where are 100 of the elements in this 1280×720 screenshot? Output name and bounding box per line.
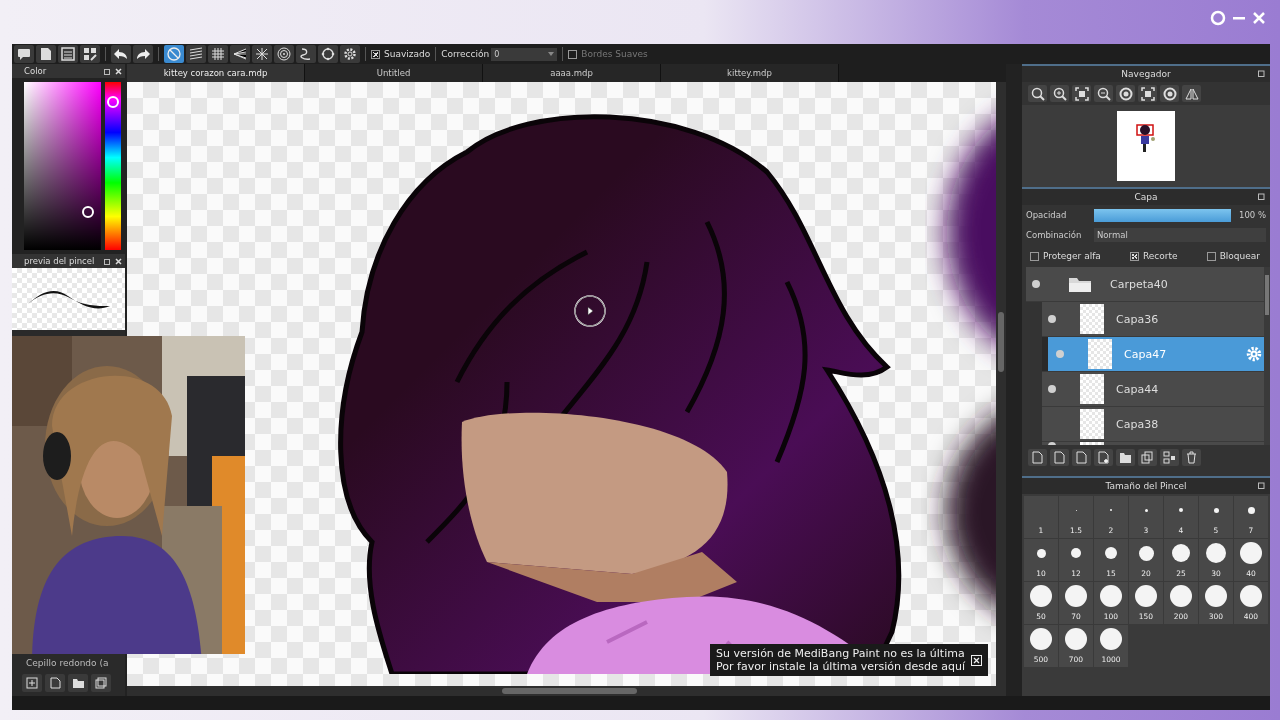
chat-button[interactable] xyxy=(14,45,34,63)
visibility-toggle[interactable] xyxy=(1048,385,1056,393)
brush-cursor-icon xyxy=(573,294,607,328)
list-button[interactable] xyxy=(58,45,78,63)
fit-button[interactable] xyxy=(1072,85,1091,102)
notification-text: Por favor instale la última versión desde aquí xyxy=(716,660,965,673)
snap-mode-button[interactable] xyxy=(208,45,228,63)
duplicate-button[interactable] xyxy=(1138,449,1157,466)
layer-row[interactable]: Capa38 xyxy=(1042,407,1264,442)
navigator-thumbnail xyxy=(1117,111,1175,181)
document-tab[interactable]: kittey.mdp xyxy=(661,64,839,82)
snap-mode-button[interactable] xyxy=(186,45,206,63)
new-layer-button[interactable] xyxy=(1050,449,1069,466)
add-brush-button[interactable] xyxy=(22,674,42,692)
curve-icon xyxy=(299,47,313,61)
correction-label: Corrección xyxy=(441,49,490,59)
layer-scrollbar[interactable] xyxy=(1264,267,1270,445)
soft-edges-checkbox[interactable]: Bordes Suaves xyxy=(568,49,648,59)
grid-edit-button[interactable] xyxy=(80,45,100,63)
smoothing-checkbox[interactable]: Suavizado xyxy=(371,49,431,59)
layer-option-checkbox[interactable]: Recorte xyxy=(1129,251,1178,261)
visibility-toggle[interactable] xyxy=(1032,280,1040,288)
delete-button[interactable] xyxy=(1182,449,1201,466)
horizontal-scrollbar[interactable] xyxy=(127,686,1006,696)
zoom-out-button[interactable] xyxy=(1094,85,1113,102)
visibility-toggle[interactable] xyxy=(1048,315,1056,323)
full-view-button[interactable] xyxy=(1138,85,1157,102)
layer-name: Capa44 xyxy=(1116,382,1160,396)
zoom-reset-button[interactable] xyxy=(1028,85,1047,102)
color-picker-field[interactable] xyxy=(24,82,101,250)
panel-title: Color xyxy=(24,66,48,76)
undock-icon[interactable] xyxy=(1258,69,1266,77)
snap-mode-button[interactable] xyxy=(296,45,316,63)
folder-icon xyxy=(71,677,85,689)
parallel-lines-icon xyxy=(189,47,203,61)
layer-name: Carpeta40 xyxy=(1110,277,1169,291)
layer-thumbnail xyxy=(1088,339,1112,369)
concentric-circles-icon xyxy=(277,47,291,61)
circle-slash-icon xyxy=(167,47,181,61)
brush-name[interactable]: Cepillo redondo (a xyxy=(12,658,125,672)
undock-icon[interactable] xyxy=(1258,192,1266,200)
layer-name: Capa38 xyxy=(1116,417,1160,431)
restore-icon[interactable] xyxy=(1210,10,1226,26)
close-icon[interactable] xyxy=(971,654,982,666)
layer-thumbnail xyxy=(1080,304,1104,334)
layer-thumbnail xyxy=(1080,374,1104,404)
new-layer-button[interactable] xyxy=(1028,449,1047,466)
opacity-label: Opacidad xyxy=(1026,210,1068,220)
correction-dropdown[interactable]: 0 xyxy=(491,47,558,61)
layer-name: Capa36 xyxy=(1116,312,1160,326)
hue-slider[interactable] xyxy=(105,82,121,250)
new-layer-button[interactable] xyxy=(1072,449,1091,466)
layer-name: Capa47 xyxy=(1124,347,1168,361)
snap-mode-button[interactable] xyxy=(318,45,338,63)
undock-icon[interactable] xyxy=(104,67,111,75)
blend-mode-dropdown[interactable]: Normal xyxy=(1094,228,1266,242)
layer-row[interactable]: Capa44 xyxy=(1042,372,1264,407)
grid-icon xyxy=(211,47,225,61)
close-icon[interactable] xyxy=(115,67,122,75)
panel-title: Capa xyxy=(1134,192,1158,202)
caret-icon xyxy=(548,52,555,56)
folder-icon xyxy=(1120,453,1131,463)
visibility-toggle[interactable] xyxy=(1056,350,1064,358)
undo-button[interactable] xyxy=(111,45,131,63)
document-tab[interactable]: aaaa.mdp xyxy=(483,64,661,82)
notification-text: Su versión de MediBang Paint no es la última xyxy=(716,647,965,660)
fan-lines-icon xyxy=(233,47,247,61)
rotate-right-button[interactable] xyxy=(1160,85,1179,102)
document-button[interactable] xyxy=(36,45,56,63)
panel-title: previa del pincel xyxy=(24,256,96,266)
layer-row[interactable]: Capa36 xyxy=(1042,302,1264,337)
layer-option-checkbox[interactable]: Proteger alfa xyxy=(1030,251,1101,261)
close-icon[interactable] xyxy=(115,257,122,265)
merge-button[interactable] xyxy=(1160,449,1179,466)
snap-mode-button[interactable] xyxy=(230,45,250,63)
snap-mode-button[interactable] xyxy=(274,45,294,63)
snap-mode-button[interactable] xyxy=(252,45,272,63)
burst-lines-icon xyxy=(255,47,269,61)
vertical-scrollbar[interactable] xyxy=(996,82,1006,686)
undock-icon[interactable] xyxy=(104,257,111,265)
document-tab[interactable]: kittey corazon cara.mdp xyxy=(127,64,305,82)
redo-button[interactable] xyxy=(133,45,153,63)
folder-button[interactable] xyxy=(68,674,88,692)
layer-thumbnail xyxy=(1080,409,1104,439)
rotate-left-button[interactable] xyxy=(1116,85,1135,102)
settings-icon[interactable] xyxy=(1246,346,1262,362)
copy-button[interactable] xyxy=(91,674,111,692)
layer-option-checkbox[interactable]: Bloquear xyxy=(1206,251,1260,261)
opacity-slider[interactable] xyxy=(1094,208,1231,222)
folder-button[interactable] xyxy=(1116,449,1135,466)
document-icon xyxy=(40,47,52,61)
settings-button[interactable] xyxy=(340,45,360,63)
layer-row[interactable]: Carpeta40 xyxy=(1026,267,1264,302)
add-layer-button[interactable] xyxy=(1094,449,1113,466)
flip-button[interactable] xyxy=(1182,85,1201,102)
folder-icon xyxy=(1068,275,1092,293)
document-tab[interactable]: Untitled xyxy=(305,64,483,82)
panel-title: Navegador xyxy=(1121,69,1171,79)
undock-icon[interactable] xyxy=(1258,481,1266,489)
zoom-in-button[interactable] xyxy=(1050,85,1069,102)
